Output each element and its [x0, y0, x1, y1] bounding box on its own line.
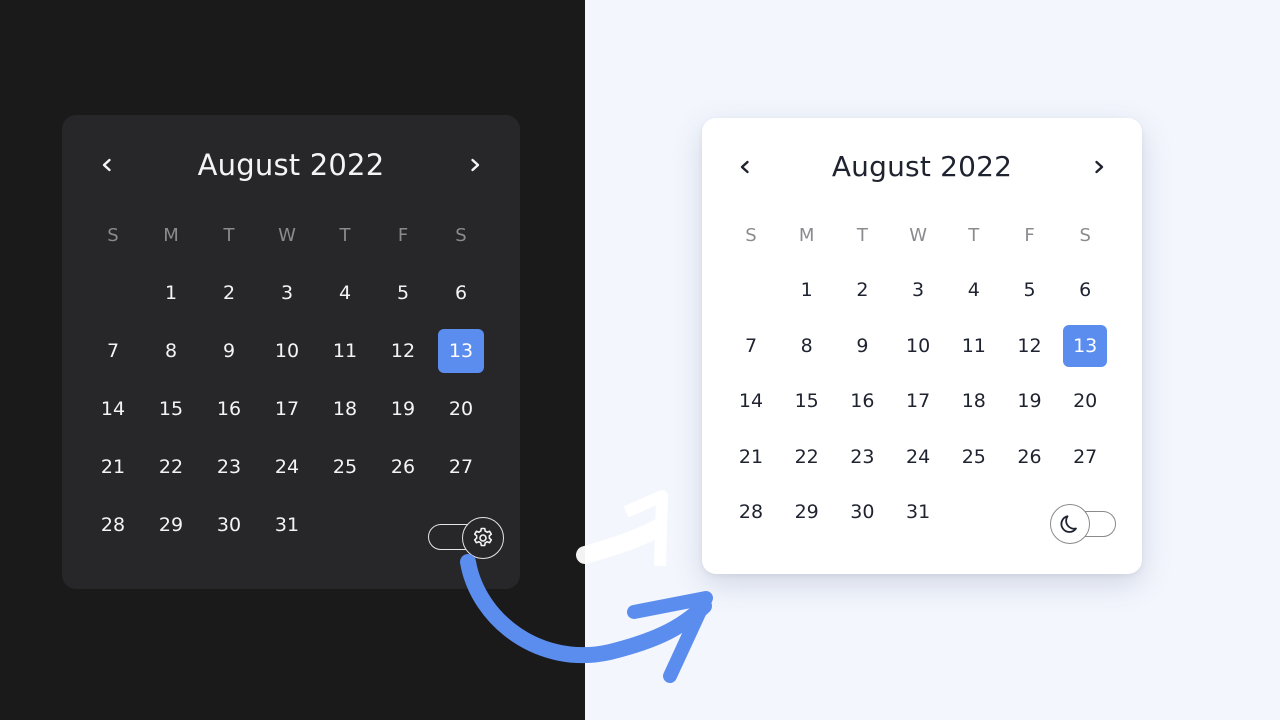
- day-cell[interactable]: 6: [1062, 268, 1108, 312]
- day-cell[interactable]: 14: [728, 379, 774, 423]
- gear-icon: [473, 527, 493, 547]
- day-cell[interactable]: 7: [728, 324, 774, 368]
- day-cell-today[interactable]: 13: [438, 329, 484, 373]
- day-cell[interactable]: 19: [1007, 379, 1053, 423]
- day-cell[interactable]: 6: [438, 271, 484, 315]
- weekday-header: F: [397, 224, 409, 246]
- day-cell[interactable]: 30: [839, 490, 885, 534]
- day-cell[interactable]: 20: [438, 387, 484, 431]
- day-cell[interactable]: 12: [1007, 324, 1053, 368]
- day-cell[interactable]: 16: [839, 379, 885, 423]
- weekday-header: S: [1079, 224, 1091, 246]
- day-cell[interactable]: 23: [839, 435, 885, 479]
- day-cell[interactable]: 25: [322, 445, 368, 489]
- day-cell[interactable]: 9: [206, 329, 252, 373]
- day-cell[interactable]: 27: [438, 445, 484, 489]
- day-cell[interactable]: 25: [951, 435, 997, 479]
- day-cell[interactable]: 9: [839, 324, 885, 368]
- next-month-button[interactable]: [1084, 152, 1114, 182]
- toggle-knob: [1050, 504, 1090, 544]
- day-cell[interactable]: 29: [784, 490, 830, 534]
- day-cell[interactable]: 28: [90, 503, 136, 547]
- theme-toggle[interactable]: [426, 517, 504, 559]
- weekday-header: T: [223, 224, 235, 246]
- month-title: August 2022: [197, 148, 385, 182]
- weekday-header: T: [968, 224, 980, 246]
- day-cell[interactable]: 17: [895, 379, 941, 423]
- chevron-right-icon: [471, 158, 480, 172]
- day-cell[interactable]: 17: [264, 387, 310, 431]
- day-cell[interactable]: 21: [728, 435, 774, 479]
- day-cell[interactable]: 14: [90, 387, 136, 431]
- day-cell[interactable]: 22: [784, 435, 830, 479]
- day-cell[interactable]: 4: [322, 271, 368, 315]
- day-cell[interactable]: 2: [206, 271, 252, 315]
- day-cell[interactable]: 16: [206, 387, 252, 431]
- chevron-right-icon: [1095, 160, 1104, 174]
- month-title: August 2022: [831, 150, 1013, 183]
- day-cell[interactable]: 28: [728, 490, 774, 534]
- theme-toggle[interactable]: [1050, 504, 1118, 544]
- day-cell[interactable]: 21: [90, 445, 136, 489]
- day-cell[interactable]: 30: [206, 503, 252, 547]
- day-cell[interactable]: 24: [264, 445, 310, 489]
- day-cell[interactable]: 7: [90, 329, 136, 373]
- weekday-header: F: [1024, 224, 1035, 246]
- dark-calendar: August 2022 S M T W T F S 1 2 3 4 5 6 7 8 9 10 11 12 13 14 15…: [62, 115, 520, 589]
- day-cell[interactable]: 27: [1062, 435, 1108, 479]
- day-cell[interactable]: 29: [148, 503, 194, 547]
- day-cell[interactable]: 11: [951, 324, 997, 368]
- day-cell[interactable]: 8: [784, 324, 830, 368]
- day-cell[interactable]: 18: [951, 379, 997, 423]
- day-cell[interactable]: 5: [380, 271, 426, 315]
- weekday-header: M: [163, 224, 179, 246]
- day-cell[interactable]: 12: [380, 329, 426, 373]
- next-month-button[interactable]: [460, 150, 490, 180]
- day-cell[interactable]: 1: [148, 271, 194, 315]
- day-cell[interactable]: 2: [839, 268, 885, 312]
- day-cell-today[interactable]: 13: [1063, 324, 1108, 367]
- day-cell[interactable]: 26: [380, 445, 426, 489]
- day-cell[interactable]: 31: [895, 490, 941, 534]
- day-cell[interactable]: 11: [322, 329, 368, 373]
- day-cell[interactable]: 10: [895, 324, 941, 368]
- weekday-header: T: [339, 224, 351, 246]
- day-cell[interactable]: 22: [148, 445, 194, 489]
- day-cell[interactable]: 3: [264, 271, 310, 315]
- weekday-header: T: [856, 224, 868, 246]
- weekday-header: S: [107, 224, 119, 246]
- light-calendar: August 2022 S M T W T F S 1 2 3 4 5 6 7 8 9 10 11 12 13 14 15…: [702, 118, 1142, 574]
- day-cell[interactable]: 10: [264, 329, 310, 373]
- day-cell[interactable]: 31: [264, 503, 310, 547]
- day-cell[interactable]: 5: [1007, 268, 1053, 312]
- moon-icon: [1060, 515, 1077, 533]
- day-cell[interactable]: 20: [1062, 379, 1108, 423]
- day-cell[interactable]: 19: [380, 387, 426, 431]
- weekday-header: W: [909, 224, 927, 246]
- day-cell[interactable]: 8: [148, 329, 194, 373]
- weekday-header: M: [798, 224, 815, 246]
- toggle-knob: [462, 517, 504, 559]
- day-cell[interactable]: 24: [895, 435, 941, 479]
- day-cell[interactable]: 4: [951, 268, 997, 312]
- day-cell[interactable]: 26: [1007, 435, 1053, 479]
- day-cell[interactable]: 3: [895, 268, 941, 312]
- day-cell[interactable]: 23: [206, 445, 252, 489]
- weekday-header: W: [278, 224, 296, 246]
- day-cell[interactable]: 1: [784, 268, 830, 312]
- weekday-header: S: [745, 224, 757, 246]
- day-cell[interactable]: 15: [784, 379, 830, 423]
- day-cell[interactable]: 18: [322, 387, 368, 431]
- day-cell[interactable]: 15: [148, 387, 194, 431]
- weekday-header: S: [455, 224, 467, 246]
